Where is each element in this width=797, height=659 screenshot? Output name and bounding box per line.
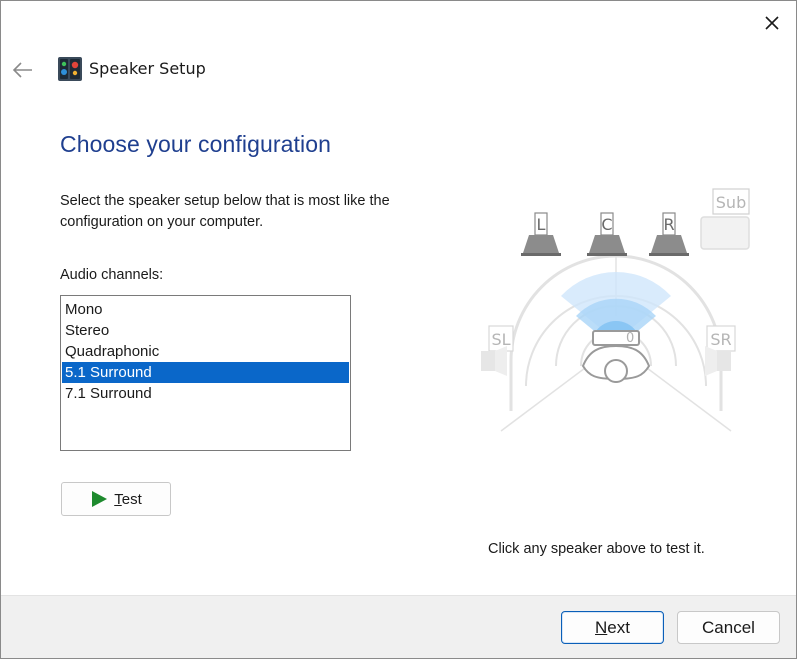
speaker-sub-label: Sub xyxy=(716,193,746,212)
back-button[interactable] xyxy=(7,55,39,85)
list-item-7-1-surround[interactable]: 7.1 Surround xyxy=(62,383,349,404)
speaker-side-right-label: SR xyxy=(710,330,731,349)
close-icon xyxy=(765,16,779,30)
speaker-setup-window: Speaker Setup Choose your configuration … xyxy=(0,0,797,659)
speaker-test-hint: Click any speaker above to test it. xyxy=(488,541,705,557)
speaker-center[interactable]: C xyxy=(587,212,627,256)
next-button-label: Next xyxy=(595,617,630,637)
speaker-diagram: 0 L C R Sub SL SR xyxy=(481,188,750,432)
list-item-5-1-surround[interactable]: 5.1 Surround xyxy=(62,362,349,383)
close-button[interactable] xyxy=(748,1,796,45)
speaker-side-right[interactable]: SR xyxy=(705,325,736,376)
speaker-side-left-label: SL xyxy=(491,330,510,349)
test-button[interactable]: Test xyxy=(61,482,171,516)
test-button-label: Test xyxy=(114,490,142,508)
speaker-side-left[interactable]: SL xyxy=(481,325,514,376)
svg-text:0: 0 xyxy=(626,331,634,346)
footer-bar: Next Cancel xyxy=(1,595,796,658)
speaker-left[interactable]: L xyxy=(521,212,561,256)
list-item-quadraphonic[interactable]: Quadraphonic xyxy=(62,341,349,362)
page-heading: Choose your configuration xyxy=(60,131,331,157)
next-button[interactable]: Next xyxy=(561,611,664,644)
speaker-right-label: R xyxy=(663,215,674,234)
audio-channels-label: Audio channels: xyxy=(60,267,164,283)
window-title: Speaker Setup xyxy=(89,59,206,78)
speaker-setup-app-icon xyxy=(58,57,82,81)
audio-channels-listbox[interactable]: Mono Stereo Quadraphonic 5.1 Surround 7.… xyxy=(60,295,351,451)
instructions-text: Select the speaker setup below that is m… xyxy=(60,193,390,230)
list-item-mono[interactable]: Mono xyxy=(62,299,349,320)
play-icon xyxy=(90,490,108,508)
speaker-center-label: C xyxy=(601,215,612,234)
cancel-button[interactable]: Cancel xyxy=(677,611,780,644)
speaker-subwoofer[interactable]: Sub xyxy=(700,188,750,250)
speaker-right[interactable]: R xyxy=(649,212,689,256)
list-item-stereo[interactable]: Stereo xyxy=(62,320,349,341)
speaker-left-label: L xyxy=(537,215,546,234)
back-arrow-icon xyxy=(12,62,32,78)
